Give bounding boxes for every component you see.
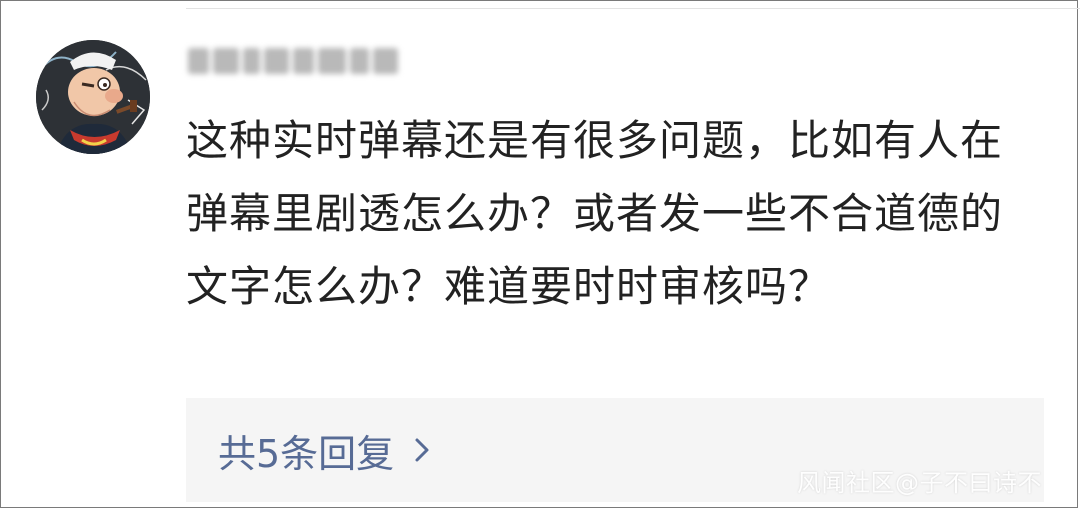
avatar[interactable] [36, 40, 150, 154]
comment-text: 这种实时弹幕还是有很多问题，比如有人在弹幕里剧透怎么办？或者发一些不合道德的文字… [186, 116, 1004, 311]
username-blurred [188, 38, 398, 84]
chevron-right-icon [414, 437, 430, 463]
view-replies-link[interactable]: 共5条回复 [218, 398, 430, 502]
top-divider [186, 8, 1080, 9]
cartoon-sailor-avatar-icon [36, 40, 150, 154]
replies-count-label: 共5条回复 [218, 431, 395, 476]
watermark: 风闻社区@子不曰诗不 [797, 469, 1042, 497]
